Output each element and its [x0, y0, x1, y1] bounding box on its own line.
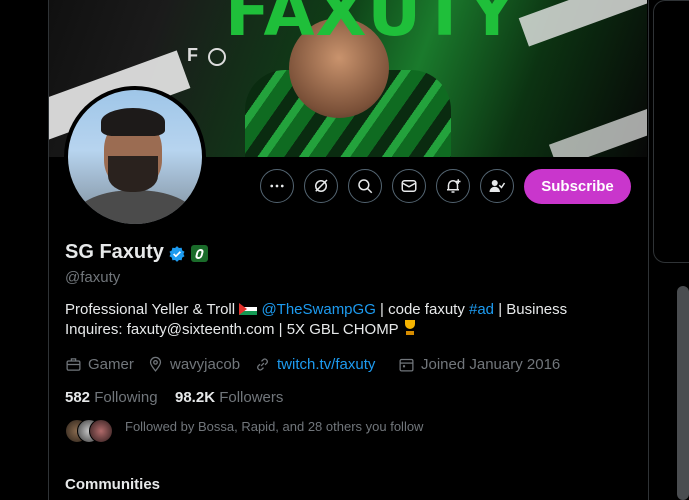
avatar	[89, 419, 113, 443]
message-button[interactable]	[392, 169, 426, 203]
sidebar-card	[653, 0, 689, 263]
bio-mention-link[interactable]: @TheSwampGG	[261, 301, 375, 318]
banner-logo-icon	[208, 48, 226, 66]
following-check-icon	[489, 180, 506, 192]
more-icon	[270, 184, 284, 188]
following-count: 582	[65, 389, 91, 406]
followed-by-text[interactable]: Followed by Bossa, Rapid, and 28 others …	[125, 419, 423, 434]
calendar-icon	[399, 358, 414, 372]
scrollbar-thumb[interactable]	[677, 286, 689, 500]
profile-website: twitch.tv/faxuty	[254, 355, 375, 373]
location-text: wavyjacob	[170, 355, 241, 373]
followers-label: Followers	[219, 389, 284, 406]
bio-hashtag-link[interactable]: #ad	[469, 301, 494, 318]
banner-title: FAXUTY	[225, 0, 517, 51]
communities-heading: Communities	[65, 476, 161, 493]
link-icon	[257, 358, 268, 370]
joined-text: Joined January 2016	[421, 355, 561, 373]
grok-button[interactable]	[304, 169, 338, 203]
display-name: SG Faxuty	[65, 241, 164, 263]
website-link[interactable]: twitch.tv/faxuty	[277, 356, 375, 373]
followers-count: 98.2K	[175, 389, 216, 406]
grok-icon	[315, 179, 328, 192]
affiliate-badge-icon[interactable]	[191, 245, 208, 262]
profile-joined: Joined January 2016	[398, 355, 560, 373]
handle: @faxuty	[65, 269, 121, 286]
trophy-icon	[403, 320, 417, 336]
more-button[interactable]	[260, 169, 294, 203]
banner-decor	[518, 0, 647, 47]
briefcase-icon	[66, 357, 81, 371]
palestine-flag-icon	[239, 303, 258, 315]
avatar[interactable]	[64, 86, 206, 228]
search-button[interactable]	[348, 169, 382, 203]
verified-badge-icon[interactable]	[168, 245, 186, 263]
search-icon	[358, 179, 373, 194]
followers-stat[interactable]: 98.2K Followers	[175, 389, 283, 406]
bio-text: | code faxuty	[380, 301, 465, 318]
message-icon	[401, 180, 417, 192]
notification-bell-icon	[447, 179, 461, 193]
profile-location: wavyjacob	[147, 355, 240, 373]
profile-category: Gamer	[65, 355, 134, 373]
location-pin-icon	[149, 356, 162, 372]
following-button[interactable]	[480, 169, 514, 203]
bio: Professional Yeller & Troll @TheSwampGG …	[65, 300, 625, 340]
subscribe-button[interactable]: Subscribe	[524, 169, 631, 204]
notify-button[interactable]	[436, 169, 470, 203]
bio-text: Professional Yeller & Troll	[65, 301, 236, 318]
banner-decor	[548, 96, 647, 157]
category-text: Gamer	[88, 355, 134, 373]
following-stat[interactable]: 582 Following	[65, 389, 158, 406]
banner-logo-letter: F	[187, 45, 198, 65]
following-label: Following	[94, 389, 158, 406]
